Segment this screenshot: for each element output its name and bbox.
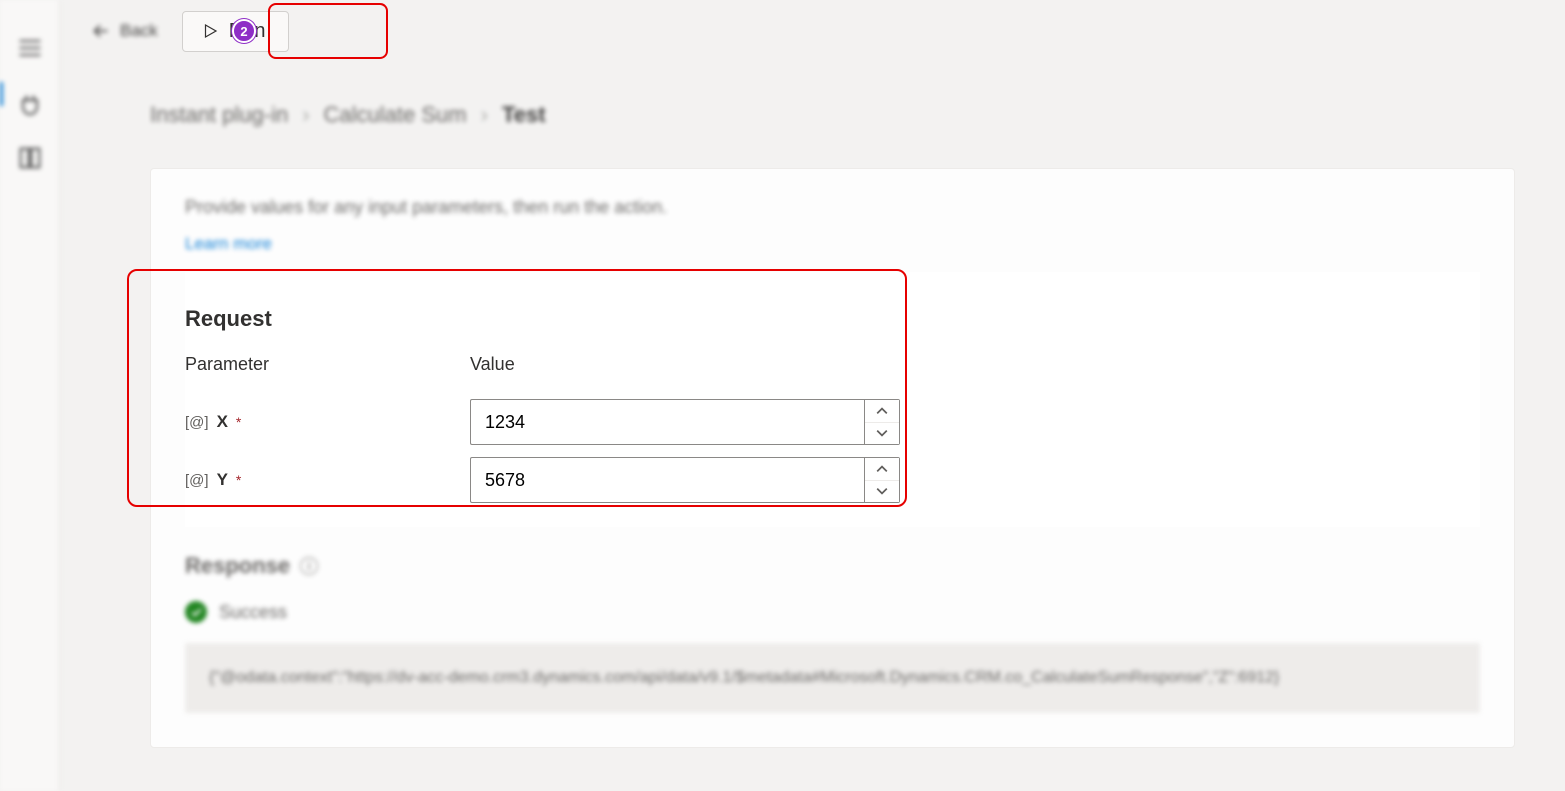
status-label: Success	[219, 602, 287, 623]
breadcrumb-item[interactable]: Instant plug-in	[150, 102, 288, 128]
book-icon[interactable]	[10, 138, 50, 178]
chevron-right-icon: ›	[302, 102, 309, 128]
param-label-y: [@] Y *	[185, 451, 470, 509]
param-input-y[interactable]	[470, 457, 864, 503]
hamburger-menu-button[interactable]	[10, 28, 50, 68]
param-name: Y	[217, 470, 228, 490]
plugin-icon[interactable]	[10, 86, 50, 126]
spin-up-button[interactable]	[865, 458, 899, 481]
callout-badge-2: 2	[232, 19, 256, 43]
type-badge: [@]	[185, 472, 209, 489]
spin-down-button[interactable]	[865, 481, 899, 503]
breadcrumb-current: Test	[502, 102, 546, 128]
type-badge: [@]	[185, 414, 209, 431]
info-icon[interactable]: i	[300, 557, 318, 575]
breadcrumb: Instant plug-in › Calculate Sum › Test	[150, 102, 1515, 128]
param-input-x[interactable]	[470, 399, 864, 445]
param-label-x: [@] X *	[185, 393, 470, 451]
required-asterisk: *	[236, 472, 241, 488]
param-header: Parameter	[185, 354, 470, 375]
required-asterisk: *	[236, 414, 241, 430]
response-body: {"@odata.context":"https://dv-acc-demo.c…	[185, 643, 1480, 713]
value-header: Value	[470, 354, 900, 375]
learn-more-link[interactable]: Learn more	[185, 234, 272, 254]
breadcrumb-item[interactable]: Calculate Sum	[324, 102, 467, 128]
spin-up-button[interactable]	[865, 400, 899, 423]
success-icon	[185, 601, 207, 623]
spin-down-button[interactable]	[865, 423, 899, 445]
rail-active-indicator	[0, 82, 3, 106]
number-spinner	[864, 457, 900, 503]
back-button[interactable]: Back	[80, 14, 168, 48]
back-label: Back	[120, 21, 158, 41]
chevron-right-icon: ›	[481, 102, 488, 128]
intro-text: Provide values for any input parameters,…	[185, 197, 1480, 218]
play-icon	[201, 22, 219, 40]
param-name: X	[217, 412, 228, 432]
response-heading: Response i	[185, 553, 1480, 579]
number-spinner	[864, 399, 900, 445]
request-heading: Request	[185, 306, 1480, 332]
